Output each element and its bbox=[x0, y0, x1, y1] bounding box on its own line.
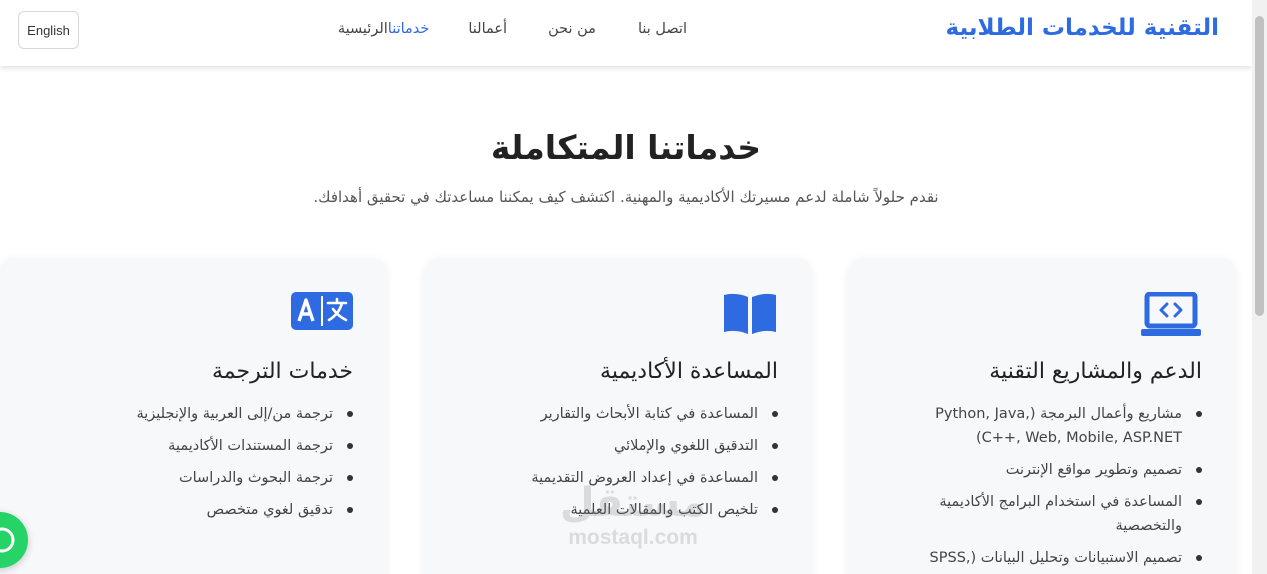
translate-icon bbox=[291, 292, 353, 334]
list-item: تدقيق لغوي متخصص bbox=[43, 498, 353, 522]
card-title: الدعم والمشاريع التقنية bbox=[989, 359, 1202, 384]
page-scrollbar[interactable] bbox=[1252, 0, 1267, 574]
open-book-icon bbox=[722, 292, 778, 340]
site-logo[interactable]: التقنية للخدمات الطلابية bbox=[946, 15, 1219, 41]
list-item: ترجمة من/إلى العربية والإنجليزية bbox=[43, 402, 353, 426]
language-toggle-button[interactable]: English bbox=[18, 11, 79, 49]
site-header: التقنية للخدمات الطلابية الرئيسية خدماتن… bbox=[0, 0, 1252, 66]
card-title: المساعدة الأكاديمية bbox=[600, 359, 778, 384]
whatsapp-chat-button[interactable] bbox=[0, 512, 28, 568]
card-title: خدمات الترجمة bbox=[211, 359, 353, 384]
nav-services[interactable]: خدماتنا bbox=[388, 21, 430, 37]
nav-portfolio[interactable]: أعمالنا bbox=[468, 21, 507, 37]
services-section-subtitle: نقدم حلولاً شاملة لدعم مسيرتك الأكاديمية… bbox=[313, 188, 939, 206]
laptop-code-icon bbox=[1140, 291, 1202, 342]
mostaql-watermark: مستقل mostaql.com bbox=[548, 480, 718, 564]
watermark-arabic: مستقل bbox=[559, 480, 707, 526]
list-item: التدقيق اللغوي والإملائي bbox=[468, 434, 778, 458]
scrollbar-thumb[interactable] bbox=[1255, 16, 1264, 316]
list-item: ترجمة المستندات الأكاديمية bbox=[43, 434, 353, 458]
list-item: مشاريع وأعمال البرمجة (Python, Java, C++… bbox=[892, 402, 1202, 450]
service-card-tech: الدعم والمشاريع التقنية مشاريع وأعمال ال… bbox=[849, 258, 1235, 574]
service-card-translation: خدمات الترجمة ترجمة من/إلى العربية والإن… bbox=[0, 258, 386, 574]
list-item: المساعدة في كتابة الأبحاث والتقارير bbox=[468, 402, 778, 426]
list-item: تصميم الاستبيانات وتحليل البيانات (SPSS,… bbox=[892, 546, 1202, 574]
list-item: تصميم وتطوير مواقع الإنترنت bbox=[892, 458, 1202, 482]
list-item: المساعدة في استخدام البرامج الأكاديمية و… bbox=[892, 490, 1202, 538]
nav-contact[interactable]: اتصل بنا bbox=[638, 21, 687, 37]
list-item: ترجمة البحوث والدراسات bbox=[43, 466, 353, 490]
card-feature-list: مشاريع وأعمال البرمجة (Python, Java, C++… bbox=[892, 402, 1202, 574]
main-nav: الرئيسية خدماتنا أعمالنا من نحن اتصل بنا bbox=[338, 21, 727, 37]
watermark-latin: mostaql.com bbox=[568, 526, 698, 549]
nav-about[interactable]: من نحن bbox=[548, 21, 596, 37]
services-section-title: خدماتنا المتكاملة bbox=[490, 128, 762, 167]
nav-home[interactable]: الرئيسية bbox=[338, 21, 388, 37]
card-feature-list: ترجمة من/إلى العربية والإنجليزية ترجمة ا… bbox=[43, 402, 353, 530]
